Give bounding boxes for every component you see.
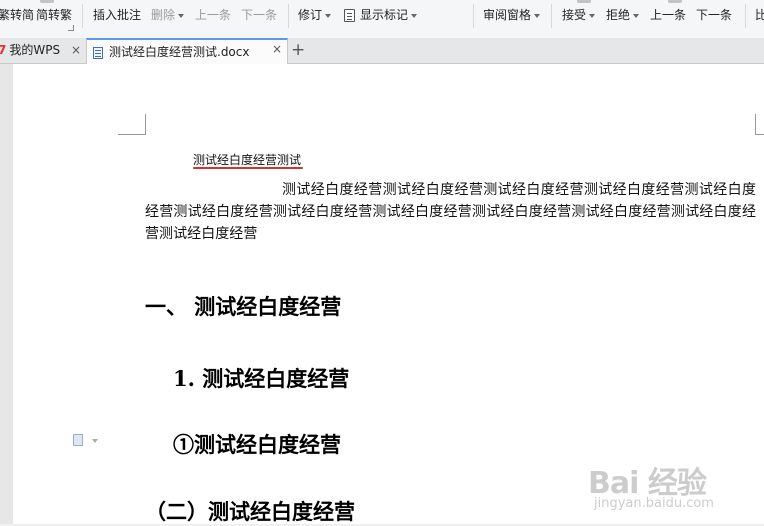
heading-level-4[interactable]: （二）测试经白度经营 [145,496,355,526]
review-pane-label: 审阅窗格 [483,8,532,22]
baidu-jingyan-watermark: Bai 经验 jingyan.baidu.com [588,440,764,524]
body-paragraph[interactable]: 测试经白度经营测试经白度经营测试经白度经营测试经白度经营测试经白度经营测试经白度… [145,179,756,245]
reject-button[interactable]: 拒绝 [606,0,640,30]
ribbon-toolbar: 繁转简 简转繁 插入批注 删除 上一条 下一条 修订 显示标记 审阅窗格 接受 … [0,0,764,38]
tab-document[interactable]: 测试经白度经营测试.docx [86,38,288,64]
dialog-launcher-icon[interactable] [68,25,74,31]
margin-corner-mark [755,114,756,134]
word-document-icon [93,46,103,59]
chevron-down-icon [589,13,596,18]
margin-corner-mark [118,134,146,135]
chevron-down-icon [325,13,332,18]
track-changes-label: 修订 [298,8,323,22]
document-tab-bar: 7 我的WPS × 测试经白度经营测试.docx × + [0,38,764,64]
wps-logo-icon: 7 [0,43,7,57]
review-pane-button[interactable]: 审阅窗格 [483,0,541,30]
toolbar-divider [745,4,746,28]
new-tab-icon[interactable]: + [291,38,305,63]
toolbar-divider [473,4,474,28]
delete-comment-button[interactable]: 删除 [151,0,185,30]
chevron-down-icon [633,13,640,18]
compare-button[interactable]: 比 [755,0,764,30]
show-markup-label: 显示标记 [360,8,409,22]
close-icon[interactable]: × [272,38,282,61]
toolbar-divider [288,4,289,28]
reject-label: 拒绝 [606,8,631,22]
chevron-down-icon [178,13,185,18]
close-icon[interactable]: × [71,38,81,63]
toolbar-divider [551,4,552,28]
tab-my-wps-label: 我的WPS [9,43,61,57]
margin-corner-mark [755,134,764,135]
trad-to-simp-button[interactable]: 繁转简 [0,0,34,30]
spellcheck-underline [193,167,303,169]
prev-comment-button[interactable]: 上一条 [195,0,231,30]
next-change-button[interactable]: 下一条 [696,0,732,30]
paragraph-layout-icon[interactable] [73,434,83,446]
heading-level-3[interactable]: ①测试经白度经营 [173,429,341,459]
accept-label: 接受 [562,8,587,22]
toolbar-divider [82,4,83,28]
chevron-down-icon[interactable] [92,439,98,443]
next-comment-button[interactable]: 下一条 [241,0,277,30]
document-header-text[interactable]: 测试经白度经营测试 [193,151,301,168]
heading-level-1[interactable]: 一、 测试经白度经营 [145,291,341,321]
heading-level-2[interactable]: 1. 测试经白度经营 [173,363,349,393]
simp-to-trad-button[interactable]: 简转繁 [36,0,72,30]
accept-button[interactable]: 接受 [562,0,596,30]
prev-change-button[interactable]: 上一条 [650,0,686,30]
markup-icon [344,9,355,22]
chevron-down-icon [534,13,541,18]
track-changes-button[interactable]: 修订 [298,0,332,30]
margin-corner-mark [145,114,146,134]
chevron-down-icon [411,13,418,18]
delete-label: 删除 [151,8,176,22]
watermark-url: jingyan.baidu.com [594,496,714,511]
insert-comment-button[interactable]: 插入批注 [93,0,141,30]
show-markup-button[interactable]: 显示标记 [344,0,418,30]
tab-document-label: 测试经白度经营测试.docx [109,45,250,59]
